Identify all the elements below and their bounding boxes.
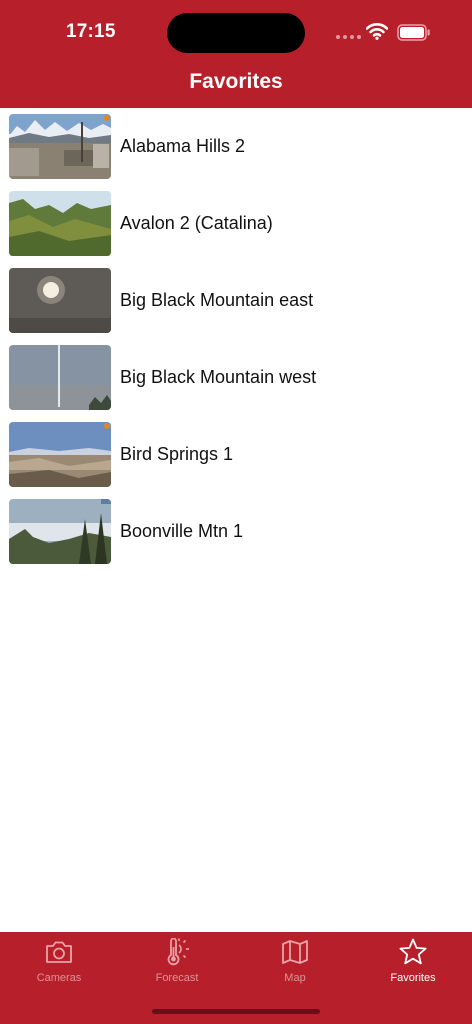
camera-name: Big Black Mountain west [120,367,317,387]
tab-forecast[interactable]: Forecast [118,932,236,992]
camera-thumbnail [9,345,111,410]
list-item[interactable]: Boonville Mtn 1 [0,493,472,570]
list-item[interactable]: Big Black Mountain east [0,262,472,339]
tab-label: Favorites [390,972,436,984]
tab-favorites[interactable]: Favorites [354,932,472,992]
status-time: 17:15 [66,21,116,42]
camera-thumbnail [9,268,111,333]
camera-name: Avalon 2 (Catalina) [120,213,273,233]
home-indicator [152,1009,320,1014]
tab-label: Cameras [36,972,82,984]
camera-name: Bird Springs 1 [120,444,234,464]
list-item[interactable]: Bird Springs 1 [0,416,472,493]
tab-cameras[interactable]: Cameras [0,932,118,992]
app-header: 17:15 Favorites [0,0,472,108]
list-item[interactable]: Avalon 2 (Catalina) [0,185,472,262]
camera-icon [46,941,72,963]
list-item[interactable]: Big Black Mountain west [0,339,472,416]
thermometer-sun-icon [167,938,189,966]
dynamic-island [167,13,305,53]
camera-thumbnail [9,114,111,179]
camera-thumbnail [9,422,111,487]
camera-thumbnail [9,499,111,564]
camera-name: Big Black Mountain east [120,290,314,310]
wifi-icon [366,23,388,40]
star-icon [399,938,427,965]
camera-name: Alabama Hills 2 [120,136,246,156]
camera-thumbnail [9,191,111,256]
tab-label: Map [284,972,306,984]
battery-icon [397,24,430,41]
map-icon [282,940,308,964]
tab-label: Forecast [155,972,199,984]
tab-map[interactable]: Map [236,932,354,992]
camera-name: Boonville Mtn 1 [120,521,244,541]
list-item[interactable]: Alabama Hills 2 [0,108,472,185]
cellular-signal-icon [336,35,361,39]
page-title: Favorites [189,70,283,93]
